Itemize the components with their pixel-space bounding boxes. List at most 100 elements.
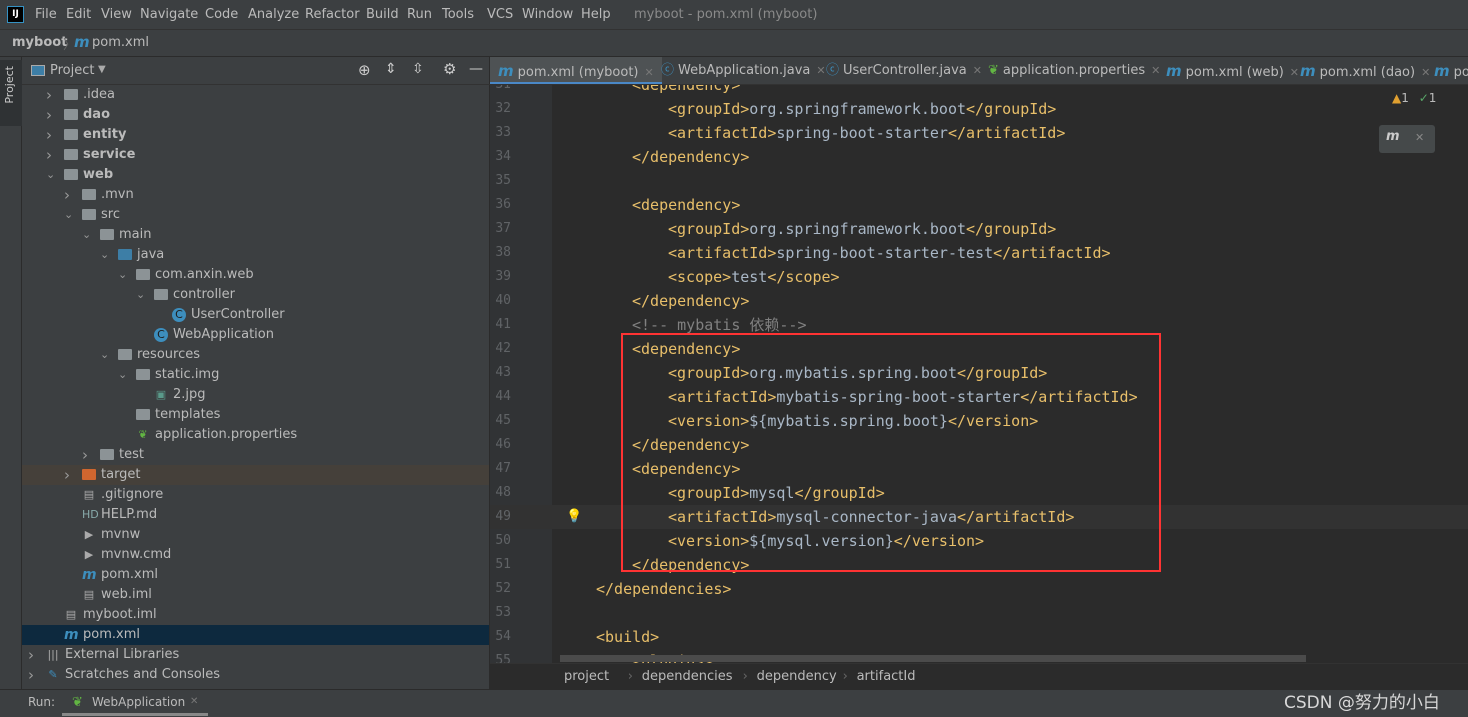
chevron-down-icon[interactable]: ⌄ (118, 365, 127, 385)
chevron-right-icon[interactable]: › (46, 105, 52, 125)
tree-item[interactable]: ▶ mvnw (22, 525, 489, 545)
menu-vcs[interactable]: VCS (487, 7, 513, 22)
tree-item[interactable]: ▤ .gitignore (22, 485, 489, 505)
code-line: 32 <groupId>org.springframework.boot</gro… (490, 97, 1468, 121)
chevron-right-icon[interactable]: › (46, 85, 52, 105)
chevron-right-icon[interactable]: › (28, 665, 34, 685)
tree-item[interactable]: ⌄ java (22, 245, 489, 265)
tree-item[interactable]: › test (22, 445, 489, 465)
intention-bulb-icon[interactable]: 💡 (566, 505, 582, 529)
warning-icon: ▲ (1392, 91, 1402, 105)
chevron-down-icon[interactable]: ⌄ (64, 205, 73, 225)
gear-icon[interactable]: ⚙ (443, 60, 456, 78)
menu-file[interactable]: File (35, 7, 57, 22)
tree-item-label: com.anxin.web (155, 267, 254, 282)
menu-navigate[interactable]: Navigate (140, 7, 198, 22)
tree-item[interactable]: › .mvn (22, 185, 489, 205)
watermark: CSDN @努力的小白 (1284, 693, 1440, 713)
tree-item[interactable]: m pom.xml (22, 565, 489, 585)
breadcrumb-project[interactable]: project (564, 669, 609, 684)
tree-item[interactable]: › dao (22, 105, 489, 125)
chevron-right-icon[interactable]: › (64, 465, 70, 485)
nav-file[interactable]: pom.xml (92, 35, 149, 50)
chevron-right-icon: › (842, 669, 848, 684)
chevron-down-icon[interactable]: ▼ (98, 64, 106, 75)
chevron-down-icon[interactable]: ⌄ (100, 245, 109, 265)
tree-item[interactable]: › ||| External Libraries (22, 645, 489, 665)
tree-item[interactable]: ❦ application.properties (22, 425, 489, 445)
menu-build[interactable]: Build (366, 7, 399, 22)
tree-item[interactable]: ⌄ main (22, 225, 489, 245)
nav-project[interactable]: myboot (12, 35, 67, 50)
code-text: <dependency> (632, 196, 741, 214)
chevron-down-icon[interactable]: ⌄ (100, 345, 109, 365)
menu-bar: IJ File Edit View Navigate Code Analyze Refact… (0, 0, 1468, 30)
line-number: 43 (495, 365, 511, 380)
chevron-down-icon[interactable]: ⌄ (46, 165, 55, 185)
tree-item[interactable]: ▤ myboot.iml (22, 605, 489, 625)
tree-item[interactable]: ▶ mvnw.cmd (22, 545, 489, 565)
menu-tools[interactable]: Tools (442, 7, 474, 22)
chevron-down-icon[interactable]: ⌄ (82, 225, 91, 245)
tree-item[interactable]: › target (22, 465, 489, 485)
menu-refactor[interactable]: Refactor (305, 7, 360, 22)
tab-webapplication-java[interactable]: ⓒ WebApplication.java ✕ (653, 57, 834, 84)
image-icon: ▣ (155, 388, 167, 401)
module-icon (64, 129, 78, 140)
tree-item[interactable]: HD HELP.md (22, 505, 489, 525)
tab-pom-xml-web-[interactable]: m pom.xml (web) ✕ (1158, 57, 1307, 84)
menu-code[interactable]: Code (205, 7, 238, 22)
folder-icon (64, 89, 78, 100)
tab-pom-xml-myboot-[interactable]: m pom.xml (myboot) ✕ (490, 57, 662, 84)
chevron-down-icon[interactable]: ⌄ (118, 265, 127, 285)
inspection-widget[interactable]: ▲1 ✓1 (1392, 91, 1436, 105)
tree-item[interactable]: ▤ web.iml (22, 585, 489, 605)
menu-run[interactable]: Run (407, 7, 432, 22)
menu-window[interactable]: Window (522, 7, 573, 22)
chevron-right-icon[interactable]: › (64, 185, 70, 205)
tree-item[interactable]: C UserController (22, 305, 489, 325)
breadcrumb-dependencies[interactable]: dependencies (642, 669, 733, 684)
menu-analyze[interactable]: Analyze (248, 7, 299, 22)
close-icon[interactable]: ✕ (190, 696, 198, 707)
tree-item[interactable]: ⌄ web (22, 165, 489, 185)
close-icon[interactable]: ✕ (1415, 131, 1424, 144)
tree-item[interactable]: › .idea (22, 85, 489, 105)
tree-item[interactable]: › entity (22, 125, 489, 145)
collapse-all-icon[interactable]: ⇳ (412, 61, 424, 77)
menu-edit[interactable]: Edit (66, 7, 91, 22)
maven-reload-icon[interactable]: m (1386, 129, 1400, 144)
tab-po[interactable]: mpo (1426, 57, 1468, 84)
tree-item[interactable]: ⌄ controller (22, 285, 489, 305)
tab-usercontroller-java[interactable]: ⓒ UserController.java ✕ (818, 57, 990, 84)
tree-item[interactable]: C WebApplication (22, 325, 489, 345)
breadcrumb-dependency[interactable]: dependency (757, 669, 837, 684)
locate-icon[interactable]: ⊕ (358, 61, 371, 79)
tab-pom-xml-dao-[interactable]: m pom.xml (dao) ✕ (1292, 57, 1438, 84)
menu-help[interactable]: Help (581, 7, 611, 22)
tree-item[interactable]: › ✎ Scratches and Consoles (22, 665, 489, 685)
tab-application-properties[interactable]: ❦ application.properties ✕ (980, 57, 1168, 84)
expand-all-icon[interactable]: ⇕ (385, 61, 397, 77)
tree-item[interactable]: templates (22, 405, 489, 425)
tree-item[interactable]: m pom.xml (22, 625, 489, 645)
project-stripe-label[interactable]: Project (3, 66, 16, 104)
tree-item[interactable]: ⌄ static.img (22, 365, 489, 385)
horizontal-scrollbar[interactable] (560, 655, 1306, 662)
tree-item[interactable]: ▣ 2.jpg (22, 385, 489, 405)
tree-item[interactable]: ⌄ com.anxin.web (22, 265, 489, 285)
menu-view[interactable]: View (101, 7, 132, 22)
chevron-right-icon[interactable]: › (28, 645, 34, 665)
chevron-down-icon[interactable]: ⌄ (136, 285, 145, 305)
tree-item[interactable]: › service (22, 145, 489, 165)
chevron-right-icon[interactable]: › (46, 125, 52, 145)
run-tab-webapplication[interactable]: ❦ WebApplication ✕ (62, 690, 208, 716)
project-view-selector[interactable]: Project (50, 63, 94, 78)
tree-item[interactable]: ⌄ resources (22, 345, 489, 365)
line-number: 53 (495, 605, 511, 620)
breadcrumb-artifactid[interactable]: artifactId (857, 669, 916, 684)
chevron-right-icon[interactable]: › (46, 145, 52, 165)
minimize-icon[interactable]: — (469, 61, 483, 77)
tree-item[interactable]: ⌄ src (22, 205, 489, 225)
chevron-right-icon[interactable]: › (82, 445, 88, 465)
